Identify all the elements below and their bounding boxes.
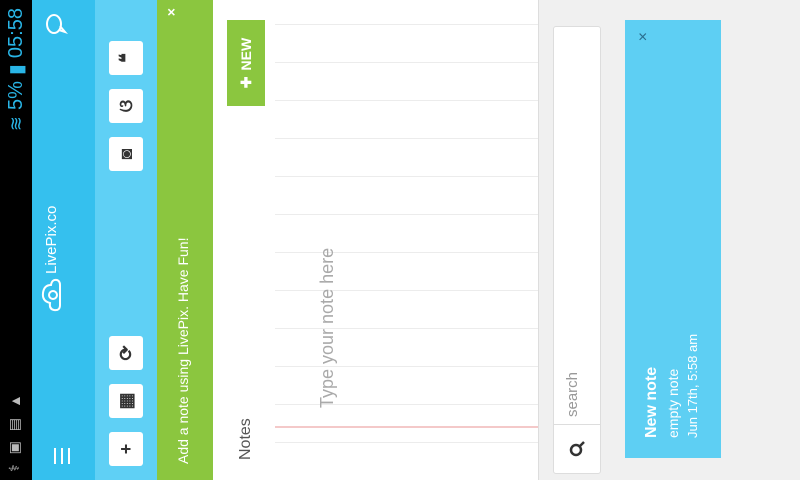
- add-button[interactable]: +: [109, 432, 143, 466]
- camera-button[interactable]: ◙: [109, 137, 143, 171]
- notes-title: Notes: [237, 418, 254, 460]
- image-icon: ▤: [6, 417, 22, 432]
- status-right-icons: ≋ 5% ▮ 05:58: [4, 8, 29, 131]
- screenshot-icon: ▣: [6, 441, 22, 455]
- sync-button[interactable]: ⟳: [109, 336, 143, 370]
- quote-icon: ❝: [115, 53, 136, 63]
- refresh-icon: ⟳: [115, 345, 136, 361]
- usb-icon: ⚕: [6, 464, 22, 472]
- search-box: search: [553, 26, 601, 474]
- banner-message: Add a note using LivePix. Have Fun!: [175, 237, 191, 464]
- calendar-icon: ▦: [115, 392, 136, 410]
- notes-header: Notes ✚ NEW: [213, 0, 275, 480]
- logo-text: LivePix.co: [42, 205, 60, 274]
- wifi-icon: ≋: [6, 115, 26, 132]
- note-title: New note: [643, 366, 660, 438]
- status-bar: ⚕ ▣ ▤ ▲ ≋ 5% ▮ 05:58: [0, 0, 32, 480]
- app-logo: LivePix.co: [38, 206, 64, 312]
- calendar-button[interactable]: ▦: [109, 384, 143, 418]
- close-icon[interactable]: ×: [163, 8, 179, 16]
- cloud-logo-icon: [41, 278, 61, 312]
- chat-icon[interactable]: [44, 12, 73, 36]
- ruled-lines: [275, 0, 538, 480]
- warning-icon: ▲: [6, 394, 23, 408]
- camera-icon: ◙: [115, 148, 136, 160]
- status-left-icons: ⚕ ▣ ▤ ▲: [6, 394, 23, 472]
- plus-icon: +: [115, 443, 136, 455]
- quote-button[interactable]: ❝: [109, 41, 143, 75]
- battery-percent: 5%: [5, 81, 27, 110]
- plus-icon: ✚: [237, 76, 254, 89]
- menu-icon[interactable]: [48, 444, 80, 468]
- app-stage: ⚕ ▣ ▤ ▲ ≋ 5% ▮ 05:58 LivePix.co + ▦ ⟳ ◙ …: [0, 0, 800, 480]
- note-timestamp: Jun 17th, 5:58 am: [685, 333, 700, 438]
- brush-icon: ଓ: [115, 99, 136, 113]
- search-icon: [569, 441, 585, 457]
- note-editor[interactable]: Type your note here: [275, 0, 538, 480]
- battery-icon: ▮: [6, 64, 28, 76]
- delete-note-icon[interactable]: ×: [635, 32, 653, 41]
- note-subtitle: empty note: [665, 368, 681, 438]
- search-button[interactable]: [554, 424, 600, 473]
- clock: 05:58: [5, 8, 27, 59]
- info-banner: Add a note using LivePix. Have Fun! ×: [157, 0, 213, 480]
- app-bar: LivePix.co: [32, 0, 95, 480]
- note-input-placeholder: Type your note here: [317, 247, 337, 408]
- tool-bar: + ▦ ⟳ ◙ ଓ ❝: [95, 0, 157, 480]
- new-label: NEW: [238, 37, 254, 71]
- notes-sidebar: search New note empty note Jun 17th, 5:5…: [538, 0, 800, 480]
- note-list-item[interactable]: New note empty note Jun 17th, 5:58 am ×: [625, 20, 721, 458]
- new-note-button[interactable]: ✚ NEW: [227, 20, 265, 106]
- search-input[interactable]: search: [564, 372, 581, 417]
- draw-button[interactable]: ଓ: [109, 89, 143, 123]
- margin-line: [275, 426, 538, 428]
